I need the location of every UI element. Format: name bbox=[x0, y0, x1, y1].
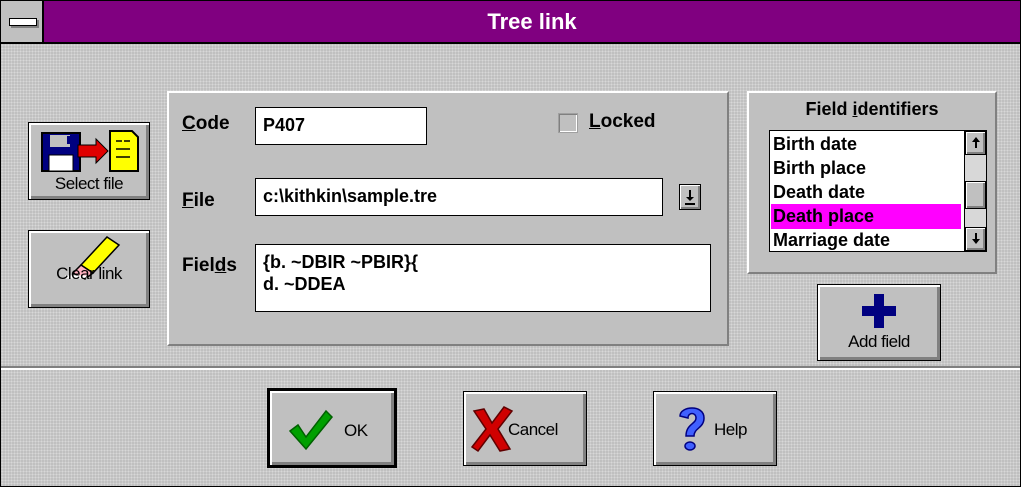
field-identifiers-panel: Field identifiers Birth date Birth place… bbox=[747, 91, 997, 274]
code-input[interactable]: P407 bbox=[255, 107, 427, 145]
list-item-selected[interactable]: Death place bbox=[771, 204, 961, 229]
ok-button[interactable]: OK bbox=[267, 388, 397, 468]
cancel-label: Cancel bbox=[508, 420, 558, 439]
help-label: Help bbox=[714, 420, 747, 439]
floppy-file-icon bbox=[41, 130, 139, 172]
file-input[interactable]: c:\kithkin\sample.tre bbox=[255, 178, 663, 216]
arrow-down-icon bbox=[972, 233, 980, 244]
select-file-button[interactable]: Select file bbox=[28, 122, 150, 200]
add-field-button[interactable]: Add field bbox=[817, 284, 941, 361]
system-menu-button[interactable] bbox=[1, 1, 44, 42]
plus-icon bbox=[862, 294, 896, 328]
scroll-up-button[interactable] bbox=[965, 131, 986, 155]
scroll-down-button[interactable] bbox=[965, 227, 986, 251]
title-bar: Tree link bbox=[1, 1, 1020, 44]
clear-link-label: Clear link bbox=[56, 264, 122, 283]
code-label: Code bbox=[182, 113, 230, 134]
list-item[interactable]: Marriage date bbox=[771, 228, 961, 251]
separator-line bbox=[1, 366, 1020, 370]
cancel-button[interactable]: Cancel bbox=[463, 391, 587, 466]
link-form-panel: Code P407 Locked File c:\kithkin\sample.… bbox=[167, 91, 729, 346]
arrow-down-icon bbox=[685, 190, 695, 205]
list-scrollbar[interactable] bbox=[964, 131, 986, 251]
help-button[interactable]: Help bbox=[653, 391, 777, 466]
checkmark-icon bbox=[288, 409, 334, 451]
field-identifiers-listbox[interactable]: Birth date Birth place Death date Death … bbox=[769, 130, 987, 252]
fields-label: Fields bbox=[182, 255, 237, 276]
question-mark-icon bbox=[679, 407, 705, 451]
ok-label: OK bbox=[344, 421, 368, 440]
file-label: File bbox=[182, 190, 215, 211]
scroll-thumb[interactable] bbox=[965, 181, 986, 209]
add-field-label: Add field bbox=[848, 332, 910, 351]
file-dropdown-button[interactable] bbox=[679, 184, 701, 210]
window-title: Tree link bbox=[487, 9, 577, 34]
system-menu-icon bbox=[9, 18, 37, 26]
fields-textarea[interactable]: {b. ~DBIR ~PBIR}{ d. ~DDEA bbox=[255, 244, 711, 312]
locked-checkbox[interactable] bbox=[558, 113, 578, 133]
arrow-up-icon bbox=[972, 137, 980, 148]
list-item[interactable]: Birth date bbox=[771, 132, 961, 157]
list-item[interactable]: Birth place bbox=[771, 156, 961, 181]
tree-link-dialog: Tree link Select file Clear link Code P4… bbox=[0, 0, 1021, 487]
list-item[interactable]: Death date bbox=[771, 180, 961, 205]
locked-label: Locked bbox=[589, 111, 656, 132]
clear-link-button[interactable]: Clear link bbox=[28, 230, 150, 308]
dialog-client-area: Select file Clear link Code P407 Locked … bbox=[1, 44, 1020, 486]
field-identifiers-title: Field identifiers bbox=[805, 99, 939, 119]
select-file-label: Select file bbox=[54, 174, 124, 193]
